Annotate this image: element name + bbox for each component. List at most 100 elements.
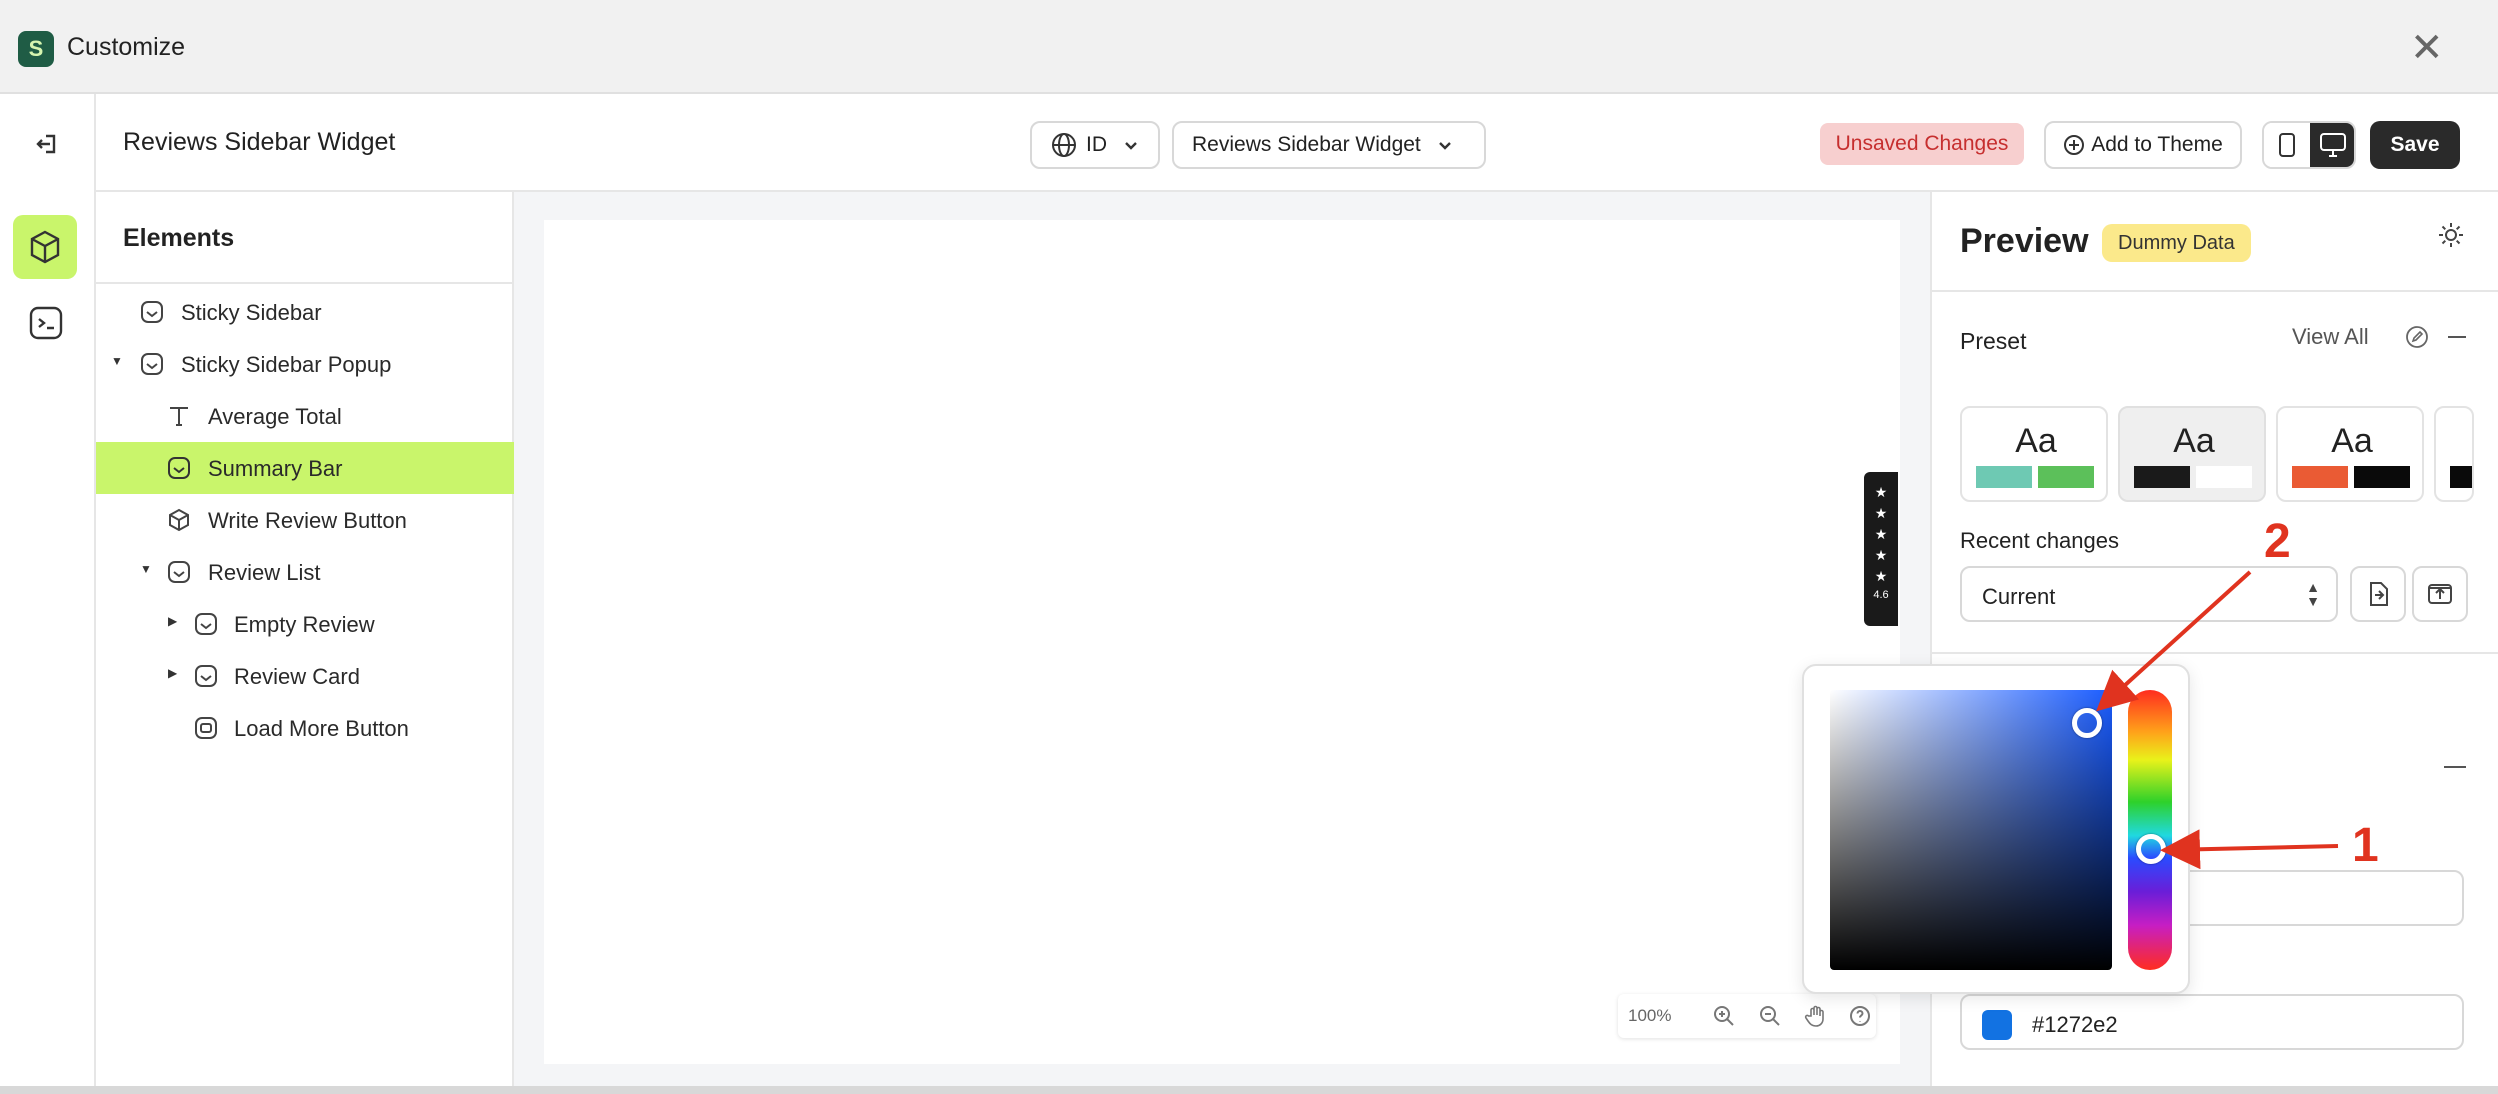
- exit-icon[interactable]: [28, 124, 68, 164]
- annotation-label-1: 1: [2352, 819, 2379, 872]
- tree-item-label: Review List: [208, 560, 321, 585]
- tree-item-empty-review[interactable]: ▶ Empty Review: [96, 598, 514, 650]
- preset-card[interactable]: Aa: [1960, 406, 2108, 502]
- zoom-in-icon[interactable]: [1712, 1004, 1736, 1028]
- edit-pencil-icon[interactable]: [2404, 324, 2430, 350]
- section-icon: [141, 353, 163, 375]
- file-export-icon: [2428, 584, 2452, 604]
- preset-card[interactable]: Aa: [2276, 406, 2424, 502]
- recent-changes-value: Current: [1982, 584, 2056, 609]
- cube-icon: [169, 508, 189, 532]
- tree-item-review-card[interactable]: ▶ Review Card: [96, 650, 514, 702]
- chevron-down-icon: [1125, 142, 1137, 150]
- preset-label: Preset: [1960, 328, 2027, 354]
- tree-item-label: Load More Button: [234, 716, 409, 741]
- preset-sample-text: Aa: [2331, 422, 2373, 460]
- add-to-theme-label: Add to Theme: [2091, 133, 2223, 156]
- hue-handle[interactable]: [2136, 834, 2166, 864]
- save-button[interactable]: Save: [2370, 121, 2460, 169]
- import-button[interactable]: [2350, 566, 2406, 622]
- preset-swatch: [2134, 466, 2190, 488]
- tree-item-summary-bar[interactable]: Summary Bar: [96, 442, 514, 494]
- hue-slider[interactable]: [2128, 690, 2172, 970]
- bottom-strip: [0, 1086, 2498, 1094]
- color-picker-popover: [1802, 664, 2190, 994]
- saturation-value-area[interactable]: [1830, 690, 2112, 970]
- chevron-down-icon: [1438, 142, 1451, 150]
- collapse-icon[interactable]: [2444, 766, 2466, 768]
- tree-item-average-total[interactable]: Average Total: [96, 390, 514, 442]
- star-icons: ★ ★ ★ ★ ★: [1874, 484, 1888, 584]
- color-input[interactable]: #1272e2: [1960, 994, 2464, 1050]
- reviews-star-tab[interactable]: ★ ★ ★ ★ ★ 4.6: [1864, 472, 1898, 626]
- window-title: Customize: [67, 33, 186, 61]
- hand-icon[interactable]: [1804, 1004, 1828, 1028]
- preset-swatch: [1976, 466, 2032, 488]
- close-icon[interactable]: ✕: [2410, 26, 2444, 70]
- elements-tab-button[interactable]: [13, 215, 77, 279]
- preset-swatch: [2292, 466, 2348, 488]
- add-to-theme-button[interactable]: Add to Theme: [2044, 121, 2242, 169]
- annotation-label-2: 2: [2264, 515, 2291, 568]
- preset-swatch: [2354, 466, 2410, 488]
- select-arrows-icon: ▲ ▼: [2306, 579, 2320, 609]
- collapse-icon[interactable]: [2448, 336, 2466, 338]
- section-icon: [195, 613, 217, 635]
- template-label: Reviews Sidebar Widget: [1192, 133, 1421, 156]
- button-icon: [195, 717, 217, 739]
- export-button[interactable]: [2412, 566, 2468, 622]
- caret-right-icon[interactable]: ▶: [168, 614, 177, 628]
- preset-card[interactable]: Aa: [2118, 406, 2266, 502]
- preview-canvas[interactable]: [544, 220, 1900, 1064]
- window-titlebar: S Customize ✕: [0, 0, 2498, 94]
- divider: [1932, 652, 2498, 654]
- section-icon: [168, 457, 190, 479]
- top-toolbar: Reviews Sidebar Widget ID Reviews Sideba…: [96, 94, 2498, 192]
- elements-heading: Elements: [123, 224, 235, 252]
- recent-changes-select[interactable]: Current ▲ ▼: [1960, 566, 2338, 622]
- device-toggle: [2262, 121, 2356, 169]
- tree-item-sticky-sidebar-popup[interactable]: ▼ Sticky Sidebar Popup: [96, 338, 514, 390]
- desktop-view-button[interactable]: [2310, 123, 2354, 167]
- mobile-view-button[interactable]: [2264, 123, 2310, 167]
- cube-icon: [30, 230, 60, 264]
- gear-icon[interactable]: [2434, 218, 2468, 252]
- recent-changes-label: Recent changes: [1960, 528, 2119, 553]
- section-icon: [195, 665, 217, 687]
- caret-down-icon[interactable]: ▼: [111, 354, 123, 368]
- left-rail: [0, 94, 96, 1094]
- preset-swatch: [2038, 466, 2094, 488]
- saturation-handle[interactable]: [2072, 708, 2102, 738]
- preset-swatch: [2450, 466, 2472, 488]
- tree-item-write-review-button[interactable]: Write Review Button: [96, 494, 514, 546]
- language-label: ID: [1086, 133, 1107, 156]
- preset-sample-text: Aa: [2173, 422, 2215, 460]
- zoom-toolbar: 100%: [1618, 994, 1876, 1038]
- mobile-icon: [2279, 133, 2295, 157]
- divider: [96, 282, 514, 284]
- template-select[interactable]: Reviews Sidebar Widget: [1172, 121, 1486, 169]
- color-hex-value: #1272e2: [2032, 1012, 2118, 1037]
- caret-right-icon[interactable]: ▶: [168, 666, 177, 680]
- tree-item-load-more-button[interactable]: Load More Button: [96, 702, 514, 754]
- dummy-data-badge: Dummy Data: [2102, 224, 2251, 262]
- help-icon[interactable]: [1848, 1004, 1872, 1028]
- tree-item-label: Summary Bar: [208, 456, 343, 481]
- app-logo-icon: S: [18, 31, 54, 67]
- view-all-link[interactable]: View All: [2292, 324, 2369, 350]
- preset-card[interactable]: [2434, 406, 2474, 502]
- caret-down-icon[interactable]: ▼: [140, 562, 152, 576]
- color-swatch[interactable]: [1982, 1010, 2012, 1040]
- section-icon: [141, 301, 163, 323]
- language-select[interactable]: ID: [1030, 121, 1160, 169]
- text-icon: [170, 407, 188, 426]
- globe-icon: [1052, 133, 1076, 157]
- zoom-level: 100%: [1628, 1006, 1672, 1025]
- zoom-out-icon[interactable]: [1758, 1004, 1782, 1028]
- preset-sample-text: Aa: [2015, 422, 2057, 460]
- terminal-icon[interactable]: [27, 304, 65, 342]
- divider: [1932, 290, 2498, 292]
- tree-item-review-list[interactable]: ▼ Review List: [96, 546, 514, 598]
- tree-item-sticky-sidebar[interactable]: Sticky Sidebar: [96, 286, 514, 338]
- unsaved-changes-badge: Unsaved Changes: [1820, 123, 2024, 165]
